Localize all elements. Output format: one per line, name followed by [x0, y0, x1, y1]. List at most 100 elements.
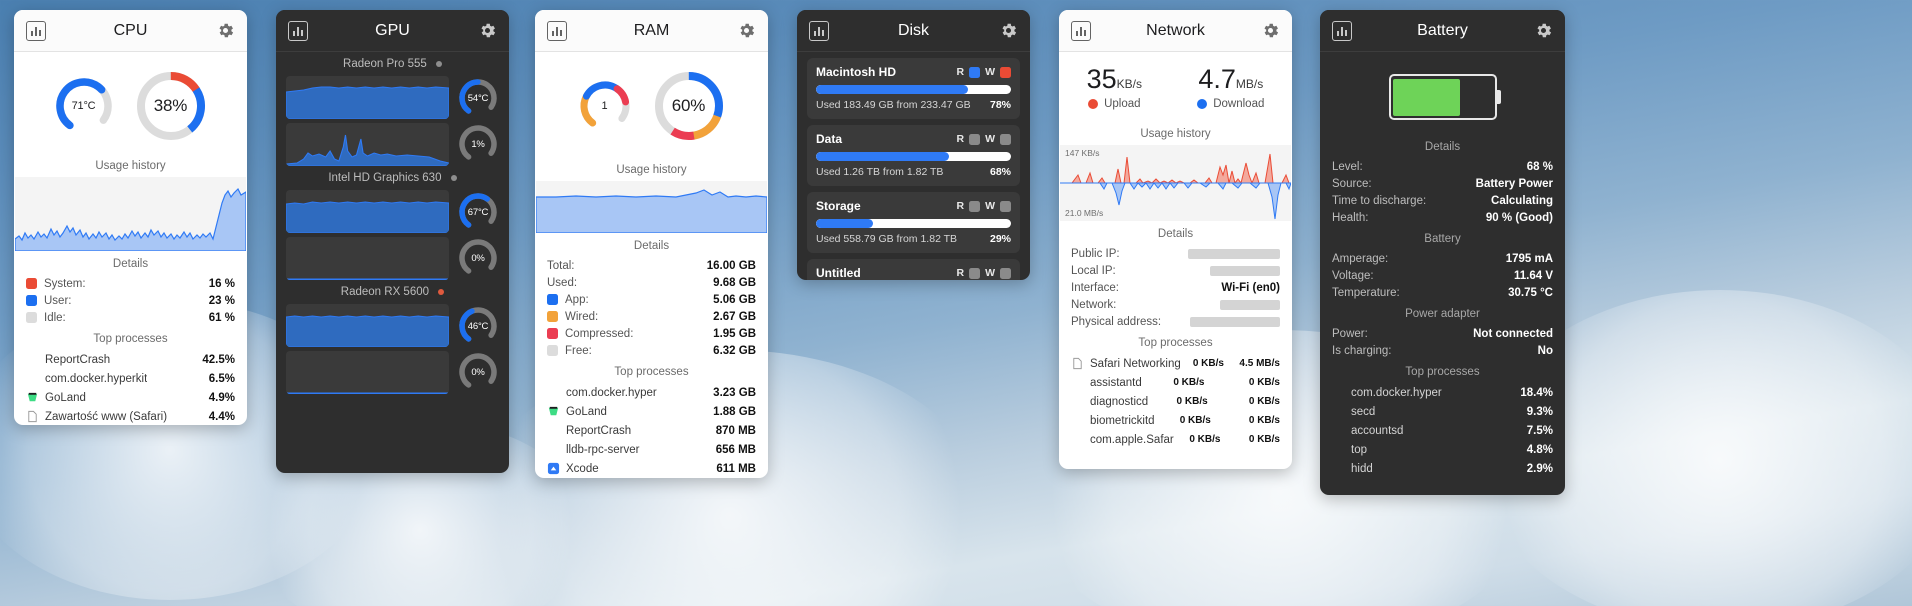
list-item[interactable]: lldb-rpc-server 656 MB: [535, 440, 768, 459]
legend-swatch-free: [547, 345, 558, 356]
ram-history-header: Usage history: [616, 164, 687, 176]
process-name: ReportCrash: [566, 424, 632, 437]
ram-pressure-value: 1: [601, 100, 608, 112]
panel-gpu[interactable]: GPU Radeon Pro 555 54°C 1% Intel HD Grap…: [276, 10, 509, 473]
process-value: 4.8%: [1526, 443, 1553, 456]
ram-detail-row: Compressed: 1.95 GB: [535, 325, 768, 342]
list-item[interactable]: biometrickitd 0 KB/s 0 KB/s: [1059, 411, 1292, 430]
gpu-status-dot: [438, 288, 445, 295]
settings-gear-icon[interactable]: [999, 21, 1018, 40]
ram-detail-value: 5.06 GB: [713, 293, 756, 306]
disk-volume-name: Data: [816, 132, 843, 146]
battery-indicator: [1320, 52, 1565, 134]
gpu-card-name: Intel HD Graphics 630: [276, 166, 509, 190]
ram-detail-label: Free:: [565, 344, 592, 357]
panel-cpu[interactable]: CPU 71°C 38% Usage history Details Syste…: [14, 10, 247, 425]
settings-gear-icon[interactable]: [1534, 21, 1553, 40]
battery-detail-row: Amperage: 1795 mA: [1320, 250, 1565, 267]
panel-ram[interactable]: RAM 1 60% Usage history Details Total: 1…: [535, 10, 768, 478]
disk-write-indicator: [1000, 133, 1011, 145]
network-detail-value-redacted: [1188, 248, 1280, 259]
disk-read-indicator: [969, 267, 981, 279]
battery-titlebar: Battery: [1320, 10, 1565, 52]
process-upload-value: 0 KB/s: [1192, 358, 1224, 369]
ram-detail-label: Compressed:: [565, 327, 634, 340]
list-item[interactable]: GoLand 1.88 GB: [535, 402, 768, 421]
goland-icon: [547, 405, 560, 418]
disk-write-indicator: [1000, 267, 1011, 279]
list-item[interactable]: diagnosticd 0 KB/s 0 KB/s: [1059, 392, 1292, 411]
network-download-label-row: Download: [1197, 98, 1264, 110]
gpu-card-graphs: 67°C 0%: [276, 190, 509, 280]
process-name: diagnosticd: [1090, 395, 1149, 408]
process-icon: [1332, 405, 1345, 418]
disk-volume-card[interactable]: Macintosh HD R W Used 183.49 GB from 233…: [807, 58, 1020, 119]
settings-gear-icon[interactable]: [478, 21, 497, 40]
panel-disk[interactable]: Disk Macintosh HD R W Used 183.49 GB fro…: [797, 10, 1030, 280]
gpu-status-dot: [435, 60, 442, 67]
disk-read-label: R: [956, 66, 965, 78]
goland-icon: [26, 391, 39, 404]
process-name: ReportCrash: [45, 353, 111, 366]
process-value: 42.5%: [202, 353, 235, 366]
disk-usage-row: Used 183.49 GB from 233.47 GB 78%: [816, 99, 1011, 111]
list-item[interactable]: GoLand 4.9%: [14, 388, 247, 407]
ram-titlebar: RAM: [535, 10, 768, 52]
list-item[interactable]: ReportCrash 870 MB: [535, 421, 768, 440]
process-icon: [547, 424, 560, 437]
gpu-temperature-value: 54°C: [467, 92, 489, 104]
disk-volume-card[interactable]: Untitled R W Used 111.76 GB from 128.00 …: [807, 259, 1020, 280]
network-detail-row: Physical address:: [1059, 313, 1292, 330]
network-body: 35KB/s Upload 4.7MB/s Download Usage his…: [1059, 52, 1292, 469]
list-item[interactable]: Zawartość www (Safari) 4.4%: [14, 407, 247, 425]
list-item[interactable]: com.apple.Safar 0 KB/s 0 KB/s: [1059, 430, 1292, 449]
list-item[interactable]: com.docker.hyperkit 6.5%: [14, 369, 247, 388]
xcode-icon: [547, 462, 560, 475]
battery-detail-value: Battery Power: [1475, 177, 1553, 190]
list-item[interactable]: assistantd 0 KB/s 0 KB/s: [1059, 373, 1292, 392]
process-upload-value: 0 KB/s: [1173, 377, 1205, 388]
network-detail-row: Public IP:: [1059, 245, 1292, 262]
network-detail-value-redacted: [1220, 299, 1280, 310]
list-item[interactable]: accountsd 7.5%: [1320, 421, 1565, 440]
process-icon: [547, 443, 560, 456]
list-item[interactable]: ReportCrash 42.5%: [14, 350, 247, 369]
settings-gear-icon[interactable]: [216, 21, 235, 40]
battery-detail-row: Is charging: No: [1320, 342, 1565, 359]
battery-detail-row: Temperature: 30.75 °C: [1320, 284, 1565, 301]
list-item[interactable]: Xcode 611 MB: [535, 459, 768, 478]
list-item[interactable]: com.docker.hyper 18.4%: [1320, 383, 1565, 402]
settings-gear-icon[interactable]: [1261, 21, 1280, 40]
battery-detail-row: Health: 90 % (Good): [1320, 209, 1565, 226]
network-axis-top-label: 147 KB/s: [1065, 148, 1100, 158]
disk-write-indicator: [1000, 66, 1011, 78]
list-item[interactable]: Safari Networking 0 KB/s 4.5 MB/s: [1059, 354, 1292, 373]
cpu-detail-label: User:: [44, 294, 72, 307]
disk-write-label: W: [985, 267, 995, 279]
panel-battery[interactable]: Battery Details Level: 68 % Source: Batt…: [1320, 10, 1565, 495]
gpu-temperature-gauge: 54°C: [457, 77, 499, 119]
list-item[interactable]: hidd 2.9%: [1320, 459, 1565, 478]
cpu-detail-row: Idle: 61 %: [14, 309, 247, 326]
network-detail-label: Interface:: [1071, 281, 1119, 294]
legend-swatch-compressed: [547, 328, 558, 339]
panel-network[interactable]: Network 35KB/s Upload 4.7MB/s Download U: [1059, 10, 1292, 469]
process-name: lldb-rpc-server: [566, 443, 640, 456]
disk-read-indicator: [969, 200, 981, 212]
cpu-detail-value: 61 %: [208, 311, 235, 324]
battery-details-list: Level: 68 % Source: Battery Power Time t…: [1320, 158, 1565, 226]
ram-details-list: Total: 16.00 GB Used: 9.68 GB App: 5.06 …: [535, 257, 768, 359]
disk-volume-card[interactable]: Data R W Used 1.26 TB from 1.82 TB 68%: [807, 125, 1020, 186]
chart-bar-icon: [26, 20, 46, 41]
disk-volume-card[interactable]: Storage R W Used 558.79 GB from 1.82 TB …: [807, 192, 1020, 253]
list-item[interactable]: secd 9.3%: [1320, 402, 1565, 421]
network-detail-label: Physical address:: [1071, 315, 1162, 328]
list-item[interactable]: com.docker.hyper 3.23 GB: [535, 383, 768, 402]
settings-gear-icon[interactable]: [737, 21, 756, 40]
battery-detail-label: Temperature:: [1332, 286, 1400, 299]
cpu-detail-value: 16 %: [208, 277, 235, 290]
disk-volume-name: Storage: [816, 199, 861, 213]
list-item[interactable]: top 4.8%: [1320, 440, 1565, 459]
battery-detail-label: Level:: [1332, 160, 1363, 173]
network-upload-label-row: Upload: [1087, 98, 1142, 110]
